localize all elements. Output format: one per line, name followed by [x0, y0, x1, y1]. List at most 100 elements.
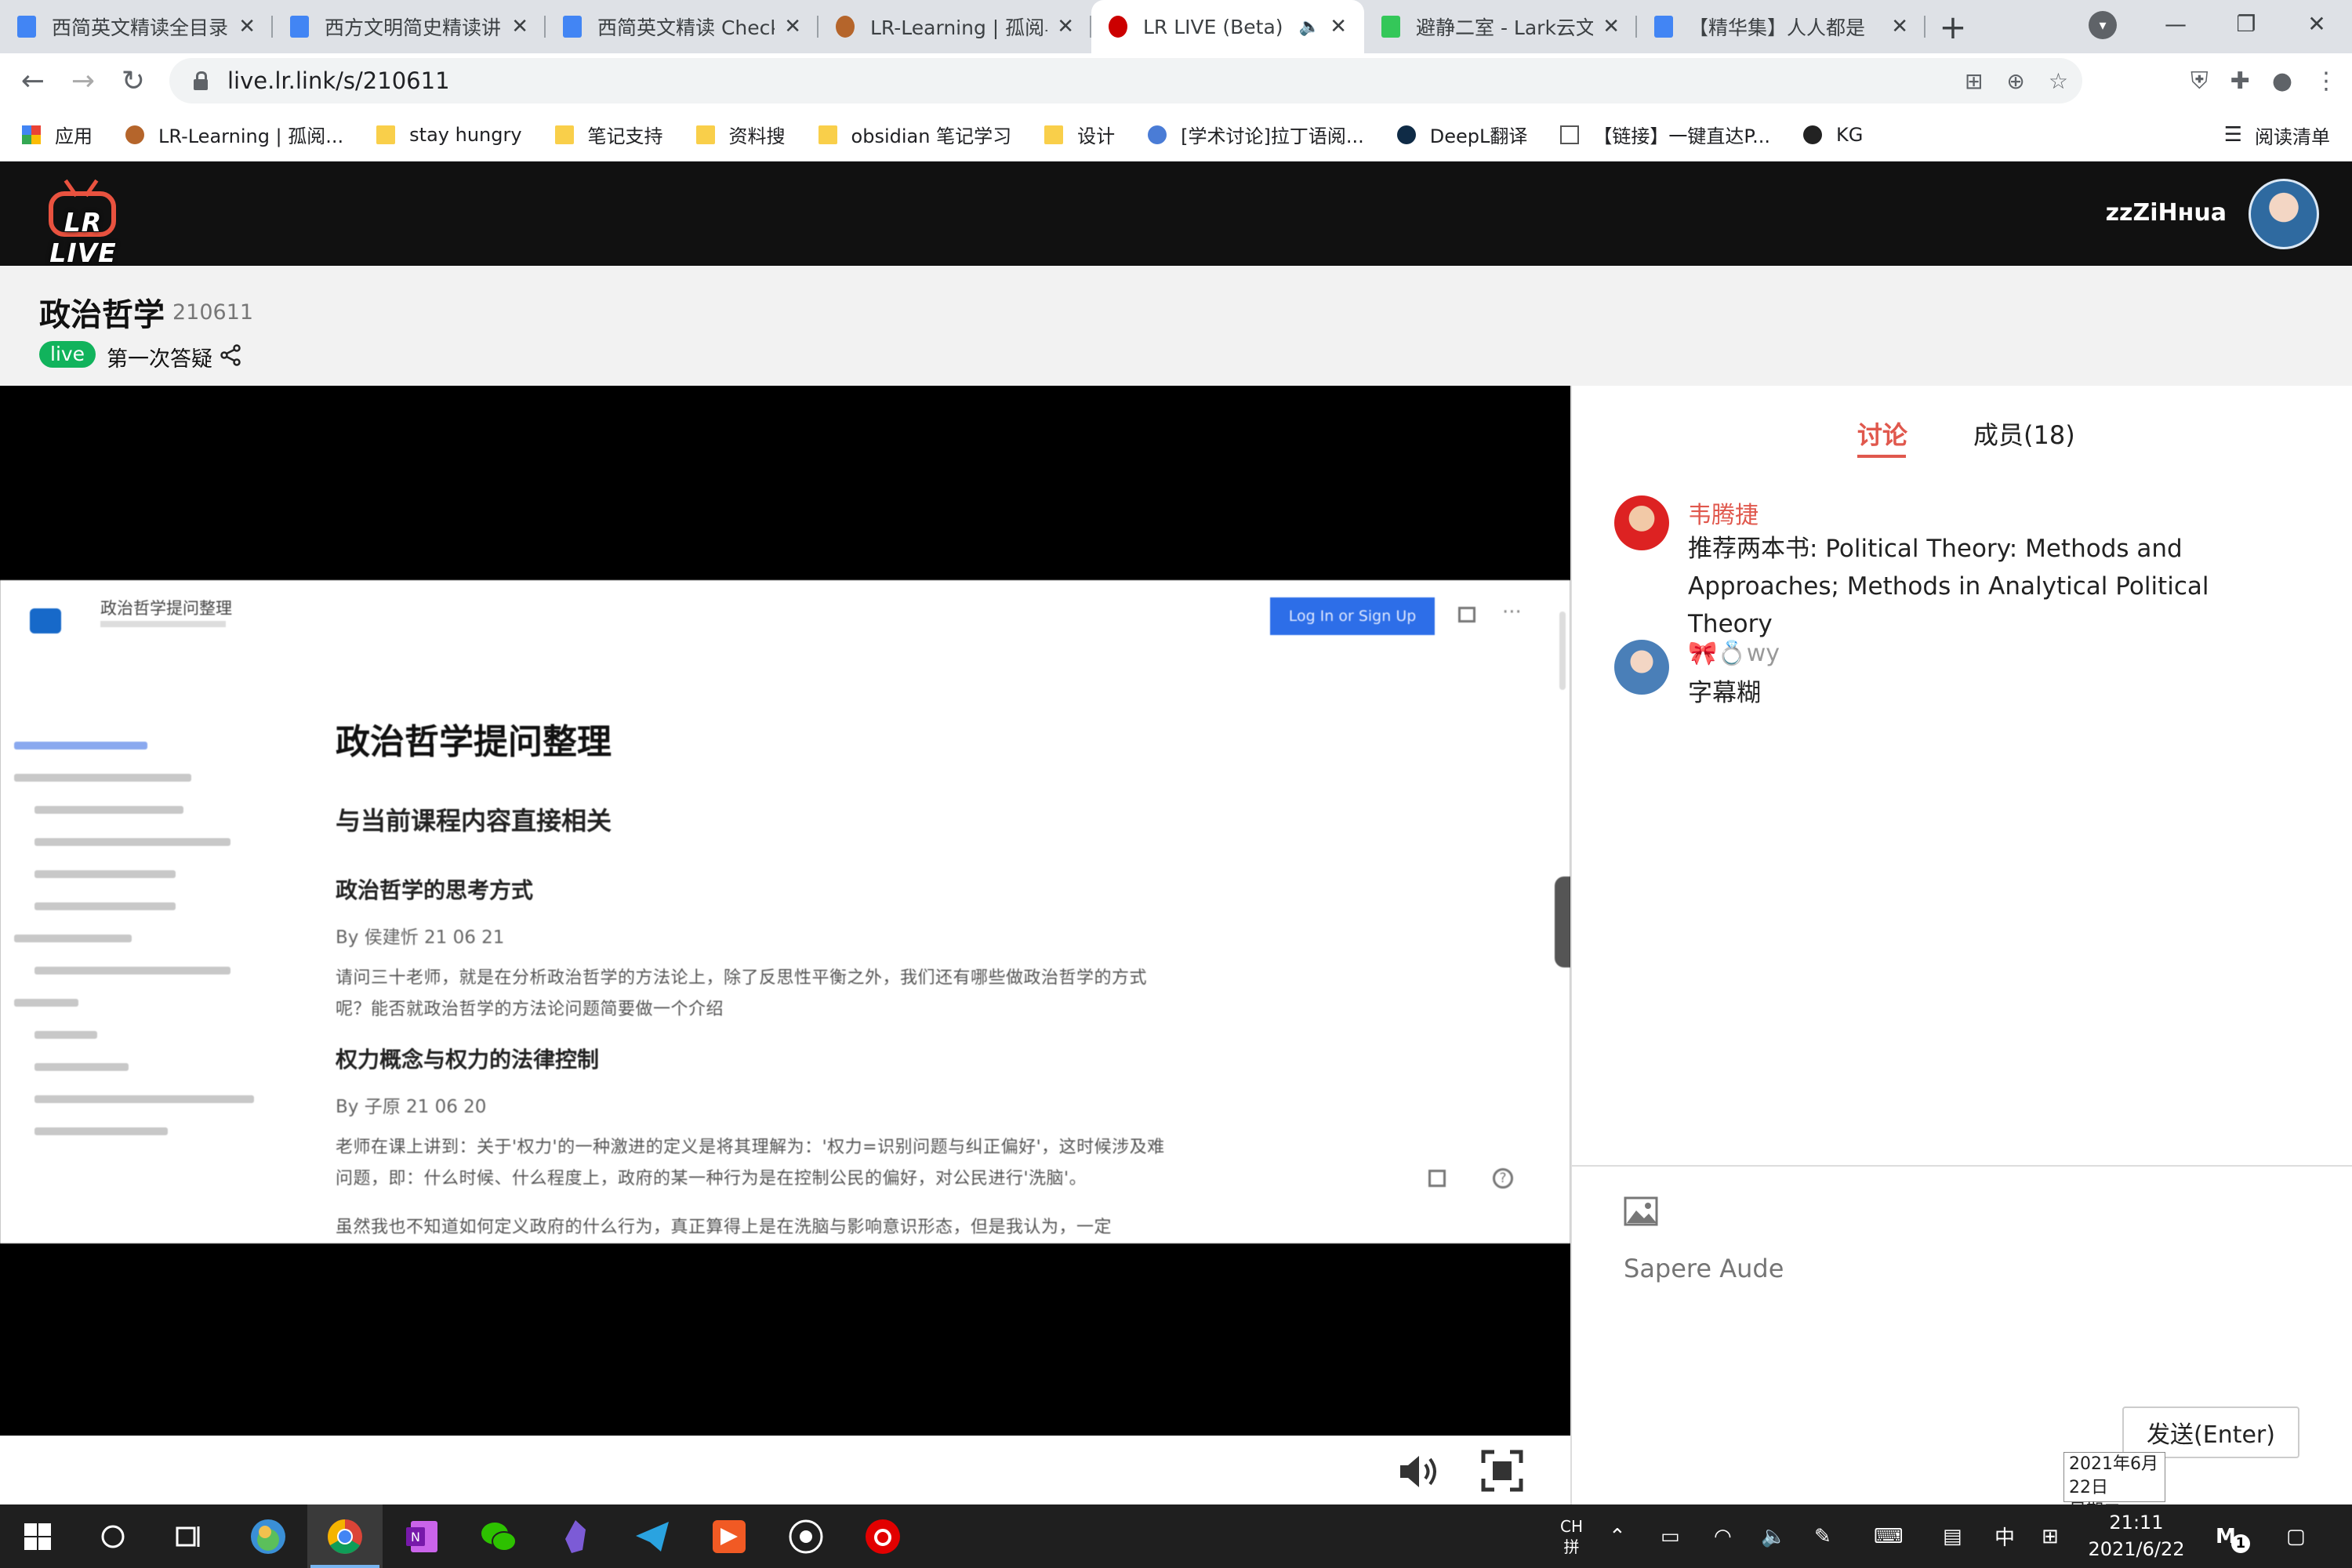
translate-icon[interactable]: ⊞	[1965, 68, 1983, 94]
close-window-icon[interactable]: ✕	[2281, 0, 2352, 47]
show-hidden-icons[interactable]: ⌃	[1609, 1504, 1626, 1568]
chrome-icon[interactable]	[307, 1504, 383, 1568]
task-view-icon[interactable]	[151, 1504, 226, 1568]
browser-tab[interactable]: LR-Learning | 孤阅与 ✕	[818, 0, 1091, 53]
shield-extension-icon[interactable]: ⛨	[2190, 67, 2209, 95]
tab-discussion[interactable]: 讨论	[1857, 416, 1907, 452]
bookmark-item[interactable]: KG	[1802, 124, 1863, 146]
bookmark-label: 设计	[1077, 125, 1116, 147]
section-text: 虽然我也不知道如何定义政府的什么行为，真正算得上是在洗脑与影响意识形态，但是我认…	[336, 1218, 1112, 1237]
browser-tab[interactable]: 【精华集】人人都是 ✕	[1637, 0, 1926, 53]
browser-tab[interactable]: 西方文明简史精读讲 ✕	[273, 0, 546, 53]
bookmark-folder[interactable]: 设计	[1044, 121, 1115, 148]
windows-start-icon[interactable]	[0, 1504, 75, 1568]
doc-subtitle	[100, 621, 226, 627]
url-text[interactable]: live.lr.link/s/210611	[227, 67, 450, 94]
browser-tab[interactable]: 避静二室 - Lark云文 ✕	[1364, 0, 1637, 53]
bookmark-folder[interactable]: 资料搜	[695, 121, 786, 148]
tab-search-icon[interactable]: ▾	[2089, 11, 2117, 39]
image-upload-icon[interactable]	[1624, 1196, 1658, 1226]
taskbar-clock[interactable]: 21:11 2021/6/22	[2085, 1509, 2187, 1563]
address-bar[interactable]: live.lr.link/s/210611 ⊞ ⊕ ☆	[169, 58, 2082, 103]
close-tab-icon[interactable]: ✕	[511, 15, 528, 38]
bookmark-item[interactable]: LR-Learning | 孤阅...	[125, 121, 343, 148]
lock-icon[interactable]	[193, 71, 209, 90]
keyboard-icon[interactable]: ⌨	[1874, 1504, 1904, 1568]
bookmark-item[interactable]: 【链接】一键直达P...	[1560, 121, 1770, 148]
app-icon[interactable]	[691, 1504, 767, 1568]
battery-icon[interactable]: ▭	[1661, 1504, 1680, 1568]
lark-doc-icon	[1381, 16, 1400, 38]
notifications-icon[interactable]: ▢	[2286, 1504, 2306, 1568]
close-tab-icon[interactable]: ✕	[238, 15, 256, 38]
input-language[interactable]: 中	[1994, 1504, 2015, 1568]
tablet-icon[interactable]: ▤	[1943, 1504, 1962, 1568]
share-icon[interactable]	[220, 344, 241, 366]
close-tab-icon[interactable]: ✕	[1057, 15, 1074, 38]
close-tab-icon[interactable]: ✕	[1330, 15, 1347, 38]
username[interactable]: zzZiHнua	[2106, 199, 2227, 227]
bookmark-label: 应用	[55, 125, 93, 147]
tab-audio-icon[interactable]: 🔈	[1299, 17, 1320, 37]
lr-live-logo[interactable]: LR LIVE	[34, 179, 132, 268]
new-tab-button[interactable]: +	[1926, 0, 1980, 53]
outline-item	[34, 1063, 129, 1071]
wifi-icon[interactable]: ◠	[1714, 1504, 1732, 1568]
zoom-icon[interactable]: ⊕	[2006, 68, 2024, 94]
app-icon[interactable]	[230, 1504, 306, 1568]
pen-icon[interactable]: ✎	[1814, 1504, 1831, 1568]
bookmark-label: obsidian 笔记学习	[851, 125, 1012, 147]
speaker-icon[interactable]: 🔈	[1761, 1504, 1786, 1568]
extensions-puzzle-icon[interactable]: ✚	[2230, 67, 2250, 95]
app-tray-icon[interactable]: M1	[2216, 1504, 2250, 1568]
pinyin-icon[interactable]: ⊞	[2042, 1504, 2059, 1568]
notification-count: 1	[2230, 1534, 2250, 1553]
back-arrow-icon[interactable]: ←	[8, 56, 58, 106]
volume-icon[interactable]	[1396, 1450, 1443, 1493]
folder-icon	[554, 125, 574, 144]
video-player[interactable]: 政治哲学提问整理 Log In or Sign Up ··· 政治哲学提问整理 …	[0, 386, 1570, 1436]
close-tab-icon[interactable]: ✕	[1891, 15, 1908, 38]
telegram-icon[interactable]	[615, 1504, 690, 1568]
site-header: LR LIVE zzZiHнua	[0, 162, 2352, 268]
minimize-icon[interactable]: —	[2140, 0, 2211, 47]
search-icon[interactable]	[75, 1504, 151, 1568]
onenote-icon[interactable]: N	[384, 1504, 459, 1568]
menu-dots-icon[interactable]: ⋮	[2314, 67, 2338, 95]
outline-item	[34, 967, 230, 975]
outline-item	[34, 870, 176, 878]
tab-members[interactable]: 成员(18)	[1973, 416, 2075, 452]
bookmark-item[interactable]: 应用	[22, 121, 93, 148]
bookmark-folder[interactable]: obsidian 笔记学习	[818, 121, 1012, 148]
obsidian-icon[interactable]	[538, 1504, 613, 1568]
wechat-icon[interactable]	[461, 1504, 536, 1568]
bookmark-item[interactable]: DeepL翻译	[1396, 121, 1527, 148]
author-name: wy	[1746, 640, 1780, 667]
ime-label: CH	[1560, 1516, 1584, 1536]
avatar[interactable]	[1614, 495, 1669, 550]
section-text: 请问三十老师，就是在分析政治哲学的方法论上，除了反思性平衡之外，我们还有哪些做政…	[336, 968, 1148, 1019]
message-input[interactable]	[1624, 1245, 2298, 1292]
browser-tab[interactable]: 西简英文精读全目录 ✕	[0, 0, 273, 53]
send-button[interactable]: 发送(Enter)	[2122, 1406, 2299, 1458]
browser-tab-active[interactable]: LR LIVE (Beta) 🔈 ✕	[1091, 0, 1364, 53]
avatar[interactable]	[1614, 640, 1669, 695]
browser-tab[interactable]: 西简英文精读 Check ✕	[546, 0, 818, 53]
doc-outline	[14, 742, 265, 1160]
reload-icon[interactable]: ↻	[108, 56, 158, 106]
obs-icon[interactable]	[768, 1504, 844, 1568]
fullscreen-icon[interactable]	[1480, 1449, 1524, 1493]
bookmark-star-icon[interactable]: ☆	[2049, 68, 2068, 94]
profile-icon[interactable]: ●	[2272, 67, 2292, 95]
close-tab-icon[interactable]: ✕	[784, 15, 801, 38]
bookmark-item[interactable]: [学术讨论]拉丁语阅...	[1148, 121, 1364, 148]
forward-arrow-icon[interactable]: →	[58, 56, 108, 106]
bookmark-folder[interactable]: 笔记支持	[554, 121, 663, 148]
close-tab-icon[interactable]: ✕	[1602, 15, 1620, 38]
netease-music-icon[interactable]	[845, 1504, 920, 1568]
bookmark-folder[interactable]: stay hungry	[376, 124, 522, 146]
reading-list-button[interactable]: ☰ 阅读清单	[2224, 108, 2330, 162]
restore-icon[interactable]: ❐	[2211, 0, 2281, 47]
ime-indicator[interactable]: CH 拼	[1560, 1504, 1583, 1568]
avatar[interactable]	[2249, 179, 2319, 249]
